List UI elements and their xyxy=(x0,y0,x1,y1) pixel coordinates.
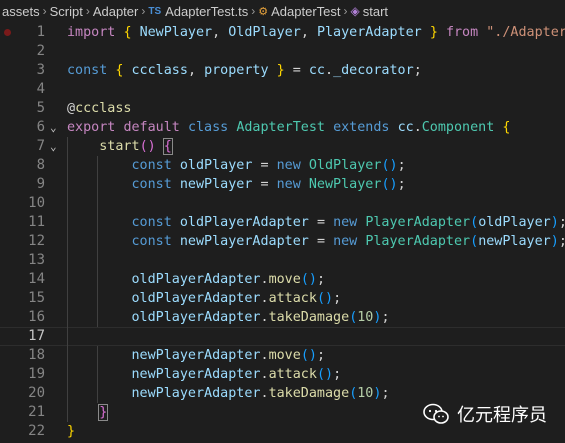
code-text: export default class AdapterTest extends… xyxy=(67,120,511,135)
code-line[interactable]: 4 xyxy=(0,80,565,99)
method-symbol-icon: ◈ xyxy=(350,4,360,18)
code-line[interactable]: 2 xyxy=(0,42,565,61)
line-number[interactable]: 19 xyxy=(5,365,45,384)
class-symbol-icon: ⚙ xyxy=(258,5,269,18)
code-text: @ccclass xyxy=(67,101,132,116)
line-number[interactable]: 22 xyxy=(5,422,45,441)
line-number[interactable]: 1 xyxy=(5,23,45,42)
breadcrumb-adapter[interactable]: Adapter xyxy=(93,4,139,19)
code-line[interactable]: 16 oldPlayerAdapter.takeDamage(10); xyxy=(0,308,565,327)
code-line[interactable]: 3 const { ccclass, property } = cc._deco… xyxy=(0,61,565,80)
code-line[interactable]: 11 const oldPlayerAdapter = new PlayerAd… xyxy=(0,213,565,232)
line-number[interactable]: 15 xyxy=(5,289,45,308)
code-line[interactable]: 15 oldPlayerAdapter.attack(); xyxy=(0,289,565,308)
breadcrumb-method[interactable]: start xyxy=(363,4,388,19)
watermark-text: 亿元程序员 xyxy=(457,405,547,425)
code-text: oldPlayerAdapter.move(); xyxy=(131,272,326,287)
breadcrumb-file[interactable]: AdapterTest.ts xyxy=(165,4,248,19)
code-line[interactable]: 7 ⌄ start() { xyxy=(0,137,565,156)
breadcrumb: assets › Script › Adapter › TS AdapterTe… xyxy=(0,0,565,22)
code-text: const oldPlayer = new OldPlayer(); xyxy=(131,158,406,173)
line-number[interactable]: 14 xyxy=(5,270,45,289)
line-number[interactable]: 18 xyxy=(5,346,45,365)
code-text: import { NewPlayer, OldPlayer, PlayerAda… xyxy=(67,25,565,40)
code-text: const newPlayer = new NewPlayer(); xyxy=(131,177,406,192)
line-number[interactable]: 8 xyxy=(5,156,45,175)
code-editor[interactable]: 1 import { NewPlayer, OldPlayer, PlayerA… xyxy=(0,22,565,443)
code-text: const { ccclass, property } = cc._decora… xyxy=(67,63,422,78)
line-number[interactable]: 3 xyxy=(5,61,45,80)
line-number[interactable]: 13 xyxy=(5,251,45,270)
chevron-right-icon: › xyxy=(42,4,47,18)
breadcrumb-script[interactable]: Script xyxy=(50,4,83,19)
line-number[interactable]: 16 xyxy=(5,308,45,327)
chevron-right-icon: › xyxy=(85,4,90,18)
indent-guide xyxy=(67,194,68,213)
line-number[interactable]: 12 xyxy=(5,232,45,251)
code-line[interactable]: 6 ⌄ export default class AdapterTest ext… xyxy=(0,118,565,137)
code-line[interactable]: 9 const newPlayer = new NewPlayer(); xyxy=(0,175,565,194)
code-line[interactable]: 5 @ccclass xyxy=(0,99,565,118)
indent-guide xyxy=(67,251,68,270)
line-number[interactable]: 6 xyxy=(5,118,45,137)
code-text: start() { xyxy=(99,138,173,155)
typescript-file-icon: TS xyxy=(148,5,162,17)
fold-chevron-icon[interactable]: ⌄ xyxy=(50,118,57,137)
indent-guide xyxy=(97,251,98,270)
code-text: oldPlayerAdapter.attack(); xyxy=(131,291,342,306)
matched-bracket: { xyxy=(162,138,173,155)
line-number[interactable]: 20 xyxy=(5,384,45,403)
chevron-right-icon: › xyxy=(141,4,146,18)
line-number[interactable]: 4 xyxy=(5,80,45,99)
code-text: oldPlayerAdapter.takeDamage(10); xyxy=(131,310,390,325)
code-text: newPlayerAdapter.move(); xyxy=(131,348,326,363)
current-line[interactable]: 17 xyxy=(0,327,565,346)
code-line[interactable]: 14 oldPlayerAdapter.move(); xyxy=(0,270,565,289)
line-number[interactable]: 21 xyxy=(5,403,45,422)
line-number[interactable]: 5 xyxy=(5,99,45,118)
watermark: 亿元程序员 xyxy=(423,401,547,427)
fold-chevron-icon[interactable]: ⌄ xyxy=(50,137,57,156)
code-line[interactable]: 19 newPlayerAdapter.attack(); xyxy=(0,365,565,384)
code-text: } xyxy=(67,424,76,439)
chevron-right-icon: › xyxy=(343,4,348,18)
breadcrumb-class[interactable]: AdapterTest xyxy=(271,4,340,19)
line-number[interactable]: 9 xyxy=(5,175,45,194)
line-number[interactable]: 10 xyxy=(5,194,45,213)
code-text: const oldPlayerAdapter = new PlayerAdapt… xyxy=(131,215,565,230)
line-number[interactable]: 2 xyxy=(5,42,45,61)
indent-guide xyxy=(97,194,98,213)
code-line[interactable]: 18 newPlayerAdapter.move(); xyxy=(0,346,565,365)
code-line[interactable]: 12 const newPlayerAdapter = new PlayerAd… xyxy=(0,232,565,251)
code-line[interactable]: 8 const oldPlayer = new OldPlayer(); xyxy=(0,156,565,175)
code-text: newPlayerAdapter.takeDamage(10); xyxy=(131,386,390,401)
matched-bracket: } xyxy=(98,404,109,421)
code-line[interactable]: 10 xyxy=(0,194,565,213)
line-number[interactable]: 17 xyxy=(5,327,45,346)
wechat-icon xyxy=(423,403,449,424)
breadcrumb-assets[interactable]: assets xyxy=(2,4,40,19)
code-line[interactable]: 1 import { NewPlayer, OldPlayer, PlayerA… xyxy=(0,23,565,42)
code-line[interactable]: 13 xyxy=(0,251,565,270)
code-text: } xyxy=(67,403,109,422)
code-text: newPlayerAdapter.attack(); xyxy=(131,367,342,382)
indent-guide xyxy=(67,327,68,346)
chevron-right-icon: › xyxy=(251,4,256,18)
line-number[interactable]: 11 xyxy=(5,213,45,232)
code-text: const newPlayerAdapter = new PlayerAdapt… xyxy=(131,234,565,249)
line-number[interactable]: 7 xyxy=(5,137,45,156)
